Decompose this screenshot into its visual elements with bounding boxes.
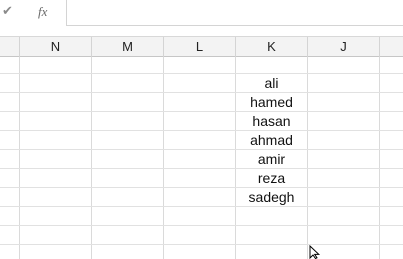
grid-line bbox=[163, 57, 164, 259]
grid-line bbox=[0, 225, 403, 226]
cell-k[interactable]: hasan bbox=[236, 112, 307, 131]
cell-k[interactable]: amir bbox=[236, 150, 307, 169]
column-header-n[interactable]: N bbox=[20, 37, 92, 57]
formula-input[interactable] bbox=[66, 0, 403, 26]
cell-k[interactable]: sadegh bbox=[236, 188, 307, 207]
column-header-partial[interactable] bbox=[0, 37, 20, 57]
column-header-l[interactable]: L bbox=[164, 37, 236, 57]
column-header-partial[interactable] bbox=[380, 37, 403, 57]
grid-line bbox=[0, 111, 403, 112]
mouse-cursor-icon bbox=[309, 245, 321, 259]
grid-line bbox=[0, 149, 403, 150]
grid-line bbox=[379, 57, 380, 259]
cell-k[interactable]: ali bbox=[236, 74, 307, 93]
grid-line bbox=[0, 73, 403, 74]
grid-line bbox=[0, 92, 403, 93]
column-header-j[interactable]: J bbox=[308, 37, 380, 57]
ribbon-gap bbox=[0, 27, 403, 36]
grid-line bbox=[307, 57, 308, 259]
column-header-row: N M L K J bbox=[0, 36, 403, 57]
worksheet-grid[interactable]: ali hamed hasan ahmad amir reza sadegh bbox=[0, 57, 403, 259]
cell-k[interactable]: ahmad bbox=[236, 131, 307, 150]
cell-k[interactable]: reza bbox=[236, 169, 307, 188]
grid-line bbox=[0, 130, 403, 131]
formula-bar: ✔ fx bbox=[0, 0, 403, 27]
check-icon[interactable]: ✔ bbox=[2, 5, 16, 19]
column-header-k[interactable]: K bbox=[236, 37, 308, 57]
formula-bar-buttons: ✔ fx bbox=[0, 0, 62, 27]
insert-function-icon[interactable]: fx bbox=[38, 4, 54, 20]
cell-k[interactable]: hamed bbox=[236, 93, 307, 112]
grid-line bbox=[0, 187, 403, 188]
grid-line bbox=[0, 206, 403, 207]
grid-line bbox=[0, 244, 403, 245]
grid-line bbox=[91, 57, 92, 259]
grid-line bbox=[19, 57, 20, 259]
grid-line bbox=[0, 168, 403, 169]
column-header-m[interactable]: M bbox=[92, 37, 164, 57]
